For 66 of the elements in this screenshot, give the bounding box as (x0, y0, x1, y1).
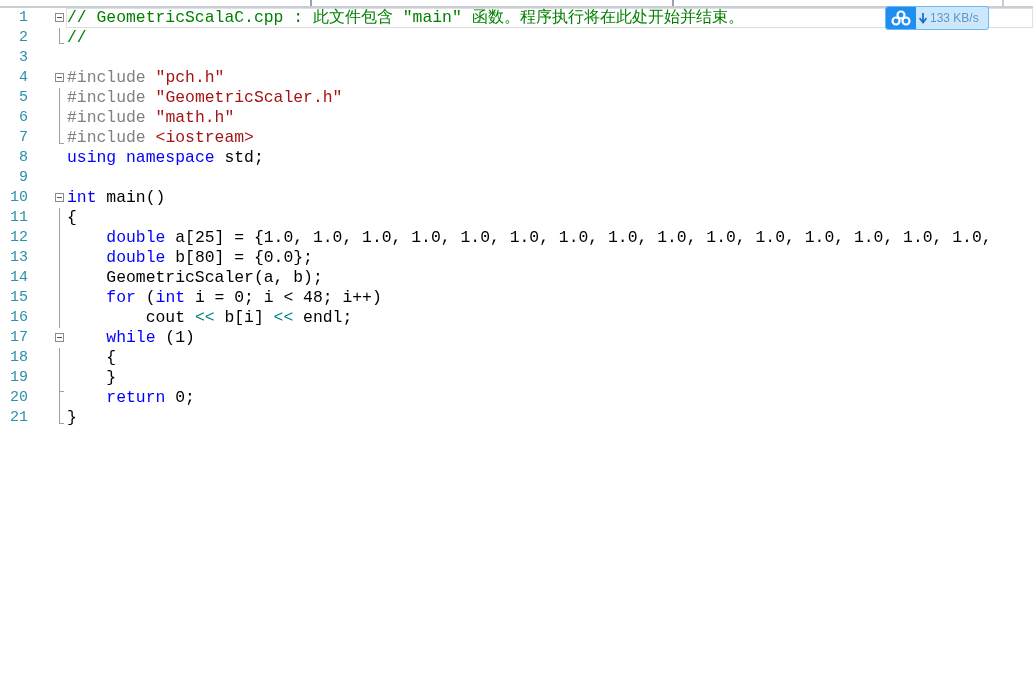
code-text: #include (67, 126, 146, 149)
code-text: std; (223, 146, 264, 169)
code-text: #include (67, 86, 146, 109)
code-text: } (105, 366, 117, 389)
line-number: 8 (18, 148, 28, 168)
code-text: while (105, 326, 156, 349)
code-text: int (67, 186, 97, 209)
line-number: 1 (18, 8, 28, 28)
cloud-icon (891, 10, 911, 26)
line-number: 9 (18, 168, 28, 188)
collapse-icon[interactable] (55, 13, 64, 22)
line-number: 19 (9, 368, 28, 388)
code-text: "GeometricScaler.h" (154, 86, 343, 109)
line-number: 12 (9, 228, 28, 248)
line-number: 17 (9, 328, 28, 348)
code-text: "pch.h" (154, 66, 225, 89)
code-text: cout (144, 306, 186, 329)
line-number: 11 (9, 208, 28, 228)
line-number: 14 (9, 268, 28, 288)
line-number: 5 (18, 88, 28, 108)
line-number: 10 (9, 188, 28, 208)
code-text: { (105, 346, 117, 369)
collapse-icon[interactable] (55, 73, 64, 82)
code-text: int (155, 286, 186, 309)
collapse-icon[interactable] (55, 333, 64, 342)
outline-line (59, 28, 64, 44)
code-text: b[80] = {0.0}; (174, 246, 313, 269)
code-comment: // GeometricScalaC.cpp : 此文件包含 "main" 函数。程序执行将在此处开始并结束。 (67, 6, 744, 29)
code-text: 0; (174, 386, 195, 409)
code-text: << (193, 306, 215, 329)
code-text: double (105, 246, 166, 269)
line-number: 20 (9, 388, 28, 408)
code-text: <iostream> (154, 126, 254, 149)
code-text: { (67, 206, 77, 229)
code-text: b[i] (223, 306, 264, 329)
line-number: 6 (18, 108, 28, 128)
download-arrow-icon (919, 12, 927, 24)
code-text: "math.h" (154, 106, 235, 129)
code-text: ( (144, 286, 156, 309)
code-text: << (272, 306, 294, 329)
line-number: 7 (18, 128, 28, 148)
line-number: 18 (9, 348, 28, 368)
code-text: (1) (164, 326, 195, 349)
code-text: } (67, 406, 77, 429)
code-text: i = 0; i < 48; i++) (193, 286, 382, 309)
code-text: namespace (125, 146, 215, 169)
line-number: 3 (18, 48, 28, 68)
code-text: main() (105, 186, 166, 209)
download-speed: 133 KB/s (930, 10, 979, 27)
collapse-icon[interactable] (55, 193, 64, 202)
line-number: 13 (9, 248, 28, 268)
code-comment: // (67, 26, 87, 49)
line-number: 4 (18, 68, 28, 88)
line-number: 2 (18, 28, 28, 48)
code-text: a[25] = {1.0, 1.0, 1.0, 1.0, 1.0, 1.0, 1.0, 1.0, 1.0, 1.0, 1.0, 1.0, 1.0, 1.0, 1.0, (174, 226, 992, 249)
line-number: 21 (9, 408, 28, 428)
code-text: GeometricScaler(a, b); (105, 266, 323, 289)
code-text: #include (67, 66, 146, 89)
code-text: double (105, 226, 166, 249)
line-number: 15 (9, 288, 28, 308)
code-text: #include (67, 106, 146, 129)
code-text: return (105, 386, 166, 409)
line-number: 16 (9, 308, 28, 328)
code-text: endl; (302, 306, 353, 329)
code-text: using (67, 146, 117, 169)
code-text: for (105, 286, 136, 309)
